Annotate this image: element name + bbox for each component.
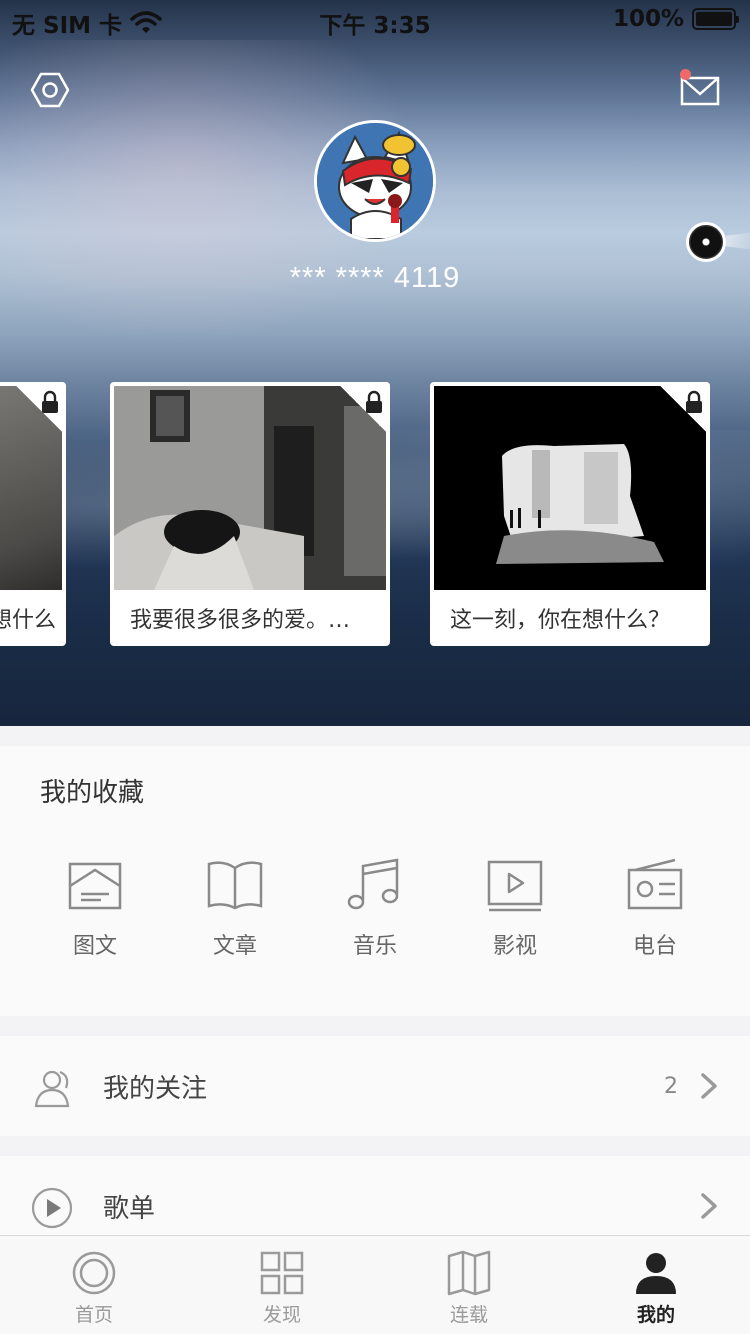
tab-discover[interactable]: 发现 <box>222 1250 342 1327</box>
collection-item-label: 影视 <box>492 934 537 959</box>
grid-icon <box>260 1251 304 1295</box>
play-circle-icon <box>31 1187 73 1229</box>
collection-item-label: 音乐 <box>352 934 397 959</box>
person-outline-icon <box>34 1070 70 1108</box>
tab-serial[interactable]: 连载 <box>409 1250 529 1327</box>
tab-mine[interactable]: 我的 <box>596 1250 716 1327</box>
battery-icon <box>692 8 739 30</box>
collection-item-image-text[interactable]: 图文 <box>55 856 135 960</box>
open-book-icon <box>447 1250 491 1296</box>
tab-label: 发现 <box>262 1304 301 1326</box>
tab-label: 我的 <box>636 1304 675 1326</box>
profile-header: 无 SIM 卡 下午 3:35 100% *** **** 4119 想什么 我… <box>0 0 750 726</box>
chevron-right-icon <box>701 1193 717 1219</box>
following-count: 2 <box>664 1074 678 1099</box>
playlist-label: 歌单 <box>103 1194 156 1224</box>
battery-percent: 100% <box>612 6 684 32</box>
status-bar: 无 SIM 卡 下午 3:35 100% <box>0 0 750 40</box>
card-caption: 这一刻，你在想什么？ <box>450 608 671 633</box>
lock-icon <box>42 390 58 413</box>
my-collection-section: 我的收藏 图文 文章 音乐 影视 电台 <box>0 746 750 1016</box>
book-icon <box>207 861 263 910</box>
avatar[interactable] <box>314 120 436 242</box>
person-icon <box>636 1253 676 1294</box>
tab-label: 连载 <box>449 1304 488 1326</box>
tab-home[interactable]: 首页 <box>34 1250 154 1327</box>
chevron-right-icon <box>701 1073 717 1099</box>
settings-hexagon-icon[interactable] <box>30 70 70 110</box>
card-caption: 这一刻，你在想什么？ <box>0 608 56 633</box>
collection-item-article[interactable]: 文章 <box>195 856 275 960</box>
status-right: 100% <box>612 6 739 32</box>
story-card[interactable]: 这一刻，你在想什么？ <box>430 382 710 646</box>
collection-item-label: 图文 <box>72 934 117 959</box>
story-card[interactable]: 这一刻，你在想什么？ <box>0 382 66 646</box>
music-trail <box>726 232 750 250</box>
collection-item-label: 文章 <box>212 934 257 959</box>
lock-icon <box>686 390 702 413</box>
home-circle-icon <box>72 1251 116 1295</box>
collection-item-music[interactable]: 音乐 <box>335 856 415 960</box>
cat-mascot-icon <box>317 123 433 239</box>
collection-item-radio[interactable]: 电台 <box>615 856 695 960</box>
tab-label: 首页 <box>74 1304 113 1326</box>
my-following-row[interactable]: 我的关注 2 <box>0 1036 750 1136</box>
collection-title: 我的收藏 <box>40 778 145 808</box>
card-caption: 我要很多很多的爱。… <box>130 608 351 633</box>
now-playing-disc-icon[interactable] <box>686 222 726 262</box>
bottom-tab-bar: 首页 发现 连载 我的 <box>0 1235 750 1334</box>
video-icon <box>487 860 543 912</box>
story-card[interactable]: 我要很多很多的爱。… <box>110 382 390 646</box>
radio-icon <box>627 858 683 910</box>
collection-item-video[interactable]: 影视 <box>475 856 555 960</box>
lock-icon <box>366 390 382 413</box>
music-note-icon <box>347 858 399 910</box>
following-label: 我的关注 <box>103 1074 208 1104</box>
notification-dot <box>680 69 691 80</box>
username: *** **** 4119 <box>289 262 461 294</box>
collection-item-label: 电台 <box>632 934 677 959</box>
image-text-icon <box>68 862 122 910</box>
